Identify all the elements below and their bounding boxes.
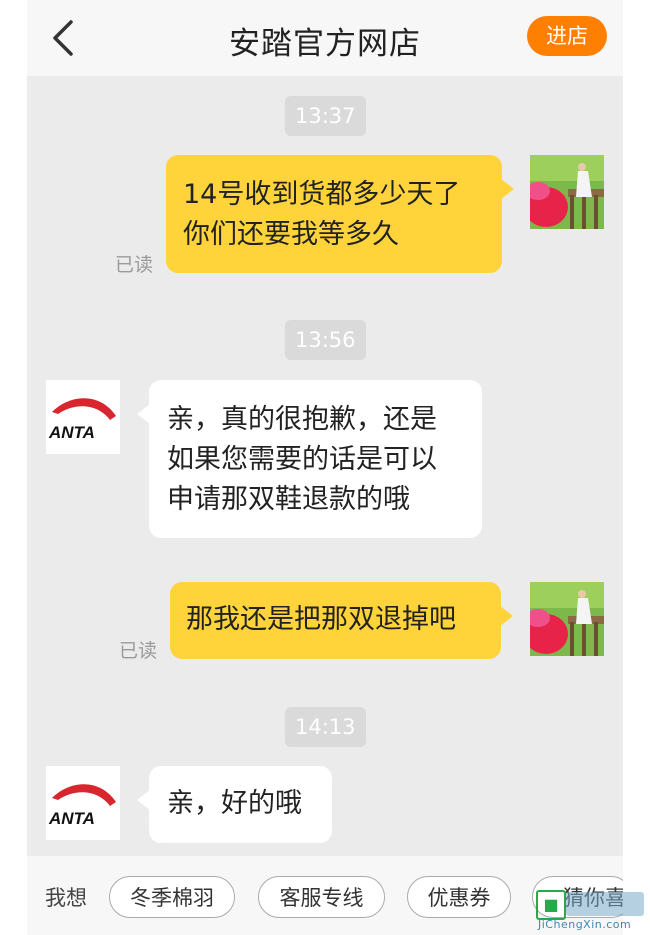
user-avatar[interactable] [530,582,604,656]
anta-logo-text: ANTA [48,423,95,442]
message-text: 那我还是把那双退掉吧 [186,604,456,635]
my-message-bubble[interactable]: 那我还是把那双退掉吧 [170,582,513,659]
anta-logo-text: ANTA [48,809,95,828]
message-text: 你们还要我等多久 [183,219,399,250]
message-text: 亲，真的很抱歉，还是 [167,404,437,435]
message-text: 如果您需要的话是可以 [167,444,437,475]
store-avatar[interactable]: ANTA [46,766,120,840]
quick-reply-bar: 我想 冬季棉羽 客服专线 优惠券 猜你喜 [27,856,623,935]
anta-logo-icon: ANTA [48,784,116,828]
message-text: 亲，好的哦 [167,788,302,819]
watermark-logo-icon [566,892,644,916]
message-text: 14号收到货都多少天了 [183,179,461,210]
user-avatar-image [530,155,604,229]
quick-reply-chip[interactable]: 客服专线 [258,876,385,918]
message-text: 申请那双鞋退款的哦 [167,484,410,515]
my-message-bubble[interactable]: 14号收到货都多少天了 你们还要我等多久 [166,155,514,273]
timestamp: 13:56 [285,320,366,360]
quick-reply-chip[interactable]: 冬季棉羽 [109,876,235,918]
chat-screen: 安踏官方网店 进店 13:37 14号收到货都多少天了 你们还要我等多久 已读 … [27,0,623,935]
store-message-bubble[interactable]: 亲，好的哦 [137,766,332,843]
user-avatar-image [530,582,604,656]
user-avatar[interactable] [530,155,604,229]
store-avatar[interactable]: ANTA [46,380,120,454]
quick-reply-chip[interactable]: 优惠券 [407,876,511,918]
read-status: 已读 [115,254,154,276]
read-status: 已读 [119,640,158,662]
anta-logo-icon: ANTA [48,398,116,442]
watermark: ■ JiChengXin.com [536,888,646,934]
enter-store-button[interactable]: 进店 [527,16,607,56]
store-message-bubble[interactable]: 亲，真的很抱歉，还是 如果您需要的话是可以 申请那双鞋退款的哦 [137,380,482,538]
chat-header: 安踏官方网店 进店 [27,0,623,76]
timestamp: 13:37 [285,96,366,136]
timestamp: 14:13 [285,707,366,747]
watermark-logo-icon: ■ [536,890,566,920]
watermark-text: JiChengXin.com [538,918,632,931]
quick-reply-label: 我想 [45,886,87,910]
